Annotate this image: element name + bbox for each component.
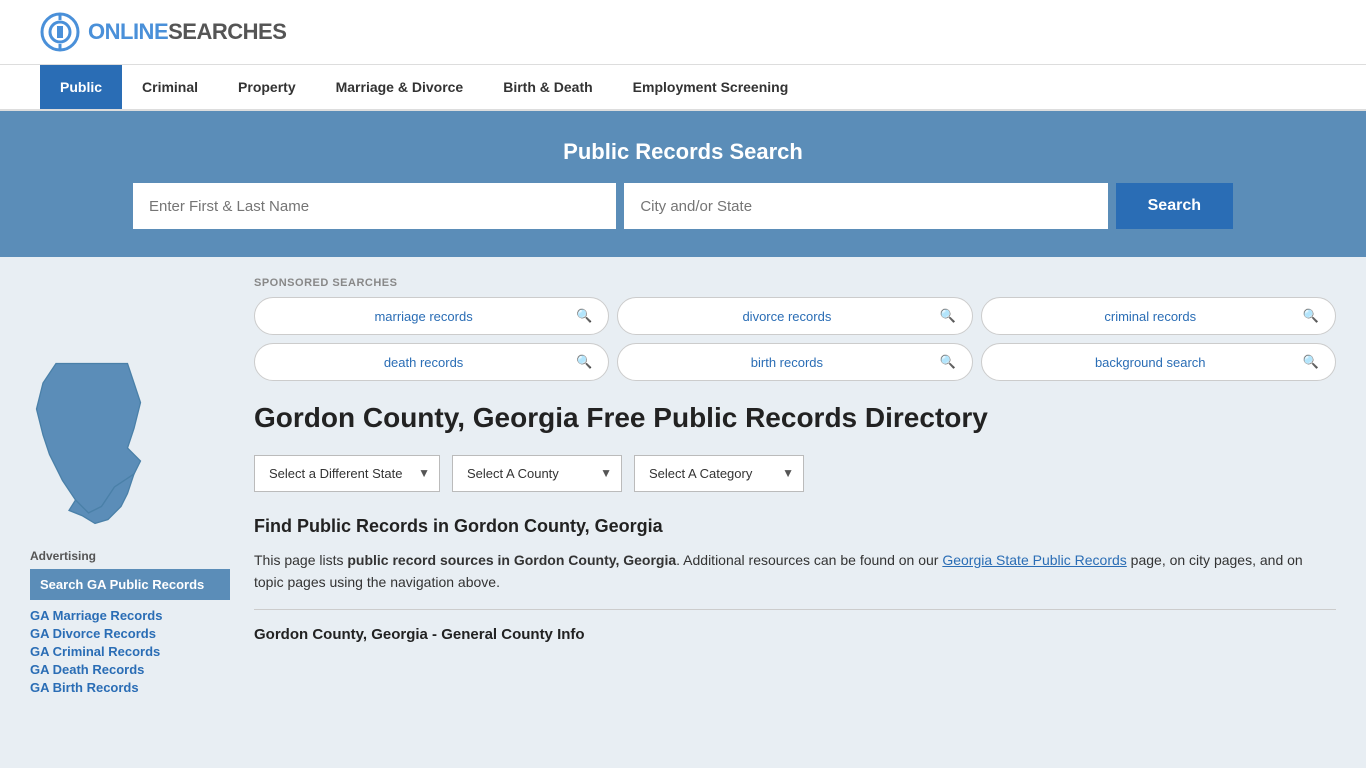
state-map — [30, 357, 230, 529]
pill-background-search[interactable]: background search 🔍 — [981, 343, 1336, 381]
main-nav: Public Criminal Property Marriage & Divo… — [0, 65, 1366, 111]
find-records-section: Find Public Records in Gordon County, Ge… — [254, 516, 1336, 644]
pill-divorce-records[interactable]: divorce records 🔍 — [617, 297, 972, 335]
sidebar-advertising-label: Advertising — [30, 549, 230, 563]
georgia-map-svg — [30, 357, 160, 526]
pill-marriage-text: marriage records — [271, 309, 576, 324]
sidebar-link-birth[interactable]: GA Birth Records — [30, 680, 230, 695]
county-dropdown[interactable]: Select A County — [452, 455, 622, 492]
pill-divorce-text: divorce records — [634, 309, 939, 324]
logo-searches-text: SEARCHES — [168, 19, 286, 45]
sidebar-link-marriage[interactable]: GA Marriage Records — [30, 608, 230, 623]
pill-criminal-records[interactable]: criminal records 🔍 — [981, 297, 1336, 335]
nav-item-property[interactable]: Property — [218, 65, 316, 109]
sidebar-links: GA Marriage Records GA Divorce Records G… — [30, 608, 230, 695]
logo-online-text: ONLINE — [88, 19, 168, 45]
search-icon-4: 🔍 — [576, 354, 592, 370]
logo-icon — [40, 12, 80, 52]
header: ONLINE SEARCHES — [0, 0, 1366, 65]
pill-death-text: death records — [271, 355, 576, 370]
pill-criminal-text: criminal records — [998, 309, 1303, 324]
nav-item-marriage-divorce[interactable]: Marriage & Divorce — [316, 65, 484, 109]
section-divider — [254, 609, 1336, 610]
county-general-title: Gordon County, Georgia - General County … — [254, 626, 1336, 643]
dropdowns-row: Select a Different State ▼ Select A Coun… — [254, 455, 1336, 492]
find-text-bold: public record sources in Gordon County, … — [347, 552, 676, 568]
county-dropdown-wrapper: Select A County ▼ — [452, 455, 622, 492]
content-area: SPONSORED SEARCHES marriage records 🔍 di… — [254, 277, 1336, 695]
search-icon-1: 🔍 — [576, 308, 592, 324]
nav-inner: Public Criminal Property Marriage & Divo… — [0, 65, 1366, 109]
search-row: Search — [133, 183, 1233, 229]
logo: ONLINE SEARCHES — [40, 12, 286, 52]
sidebar-ad-box[interactable]: Search GA Public Records — [30, 569, 230, 600]
sidebar-link-death[interactable]: GA Death Records — [30, 662, 230, 677]
category-dropdown[interactable]: Select A Category — [634, 455, 804, 492]
find-records-title: Find Public Records in Gordon County, Ge… — [254, 516, 1336, 537]
sidebar: Advertising Search GA Public Records GA … — [30, 277, 230, 695]
pill-marriage-records[interactable]: marriage records 🔍 — [254, 297, 609, 335]
georgia-state-link[interactable]: Georgia State Public Records — [942, 552, 1126, 568]
pill-birth-text: birth records — [634, 355, 939, 370]
search-icon-2: 🔍 — [939, 308, 955, 324]
search-icon-3: 🔍 — [1303, 308, 1319, 324]
nav-item-birth-death[interactable]: Birth & Death — [483, 65, 612, 109]
nav-item-employment[interactable]: Employment Screening — [613, 65, 809, 109]
sidebar-link-divorce[interactable]: GA Divorce Records — [30, 626, 230, 641]
nav-item-criminal[interactable]: Criminal — [122, 65, 218, 109]
pill-background-text: background search — [998, 355, 1303, 370]
search-icon-5: 🔍 — [939, 354, 955, 370]
logo-text: ONLINE SEARCHES — [88, 19, 286, 45]
sponsored-pills: marriage records 🔍 divorce records 🔍 cri… — [254, 297, 1336, 381]
sidebar-link-criminal[interactable]: GA Criminal Records — [30, 644, 230, 659]
find-records-text: This page lists public record sources in… — [254, 549, 1336, 594]
page-body: Gordon County, Georgia Free Public Recor… — [254, 401, 1336, 643]
pill-death-records[interactable]: death records 🔍 — [254, 343, 609, 381]
main-container: Advertising Search GA Public Records GA … — [0, 257, 1366, 715]
city-input[interactable] — [624, 183, 1107, 229]
pill-birth-records[interactable]: birth records 🔍 — [617, 343, 972, 381]
nav-item-public[interactable]: Public — [40, 65, 122, 109]
sponsored-label: SPONSORED SEARCHES — [254, 277, 1336, 289]
state-dropdown[interactable]: Select a Different State — [254, 455, 440, 492]
search-banner: Public Records Search Search — [0, 111, 1366, 257]
name-input[interactable] — [133, 183, 616, 229]
search-icon-6: 🔍 — [1303, 354, 1319, 370]
search-button[interactable]: Search — [1116, 183, 1233, 229]
page-title: Gordon County, Georgia Free Public Recor… — [254, 401, 1336, 435]
search-banner-title: Public Records Search — [40, 139, 1326, 165]
category-dropdown-wrapper: Select A Category ▼ — [634, 455, 804, 492]
state-dropdown-wrapper: Select a Different State ▼ — [254, 455, 440, 492]
